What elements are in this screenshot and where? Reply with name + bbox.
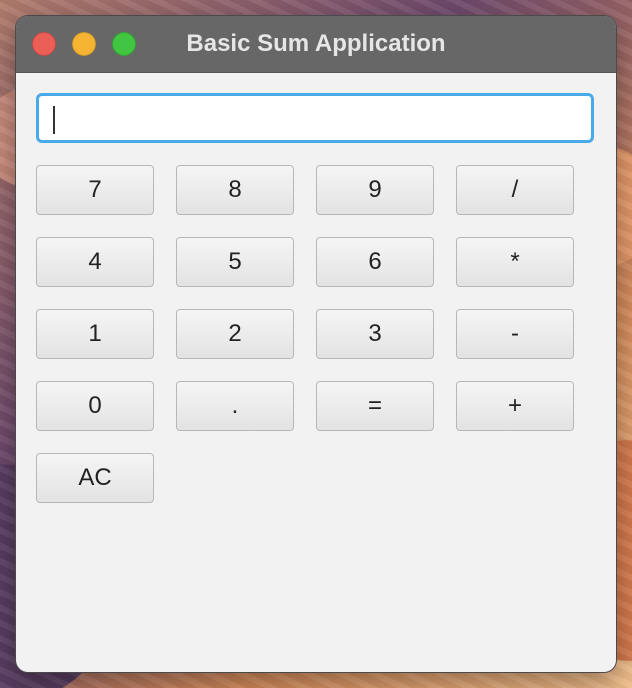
button-2[interactable]: 2 <box>176 309 294 359</box>
window-title: Basic Sum Application <box>186 30 446 57</box>
button-4[interactable]: 4 <box>36 237 154 287</box>
display-field-container <box>36 93 594 143</box>
button-9[interactable]: 9 <box>316 165 434 215</box>
decimal-point-button[interactable]: . <box>176 381 294 431</box>
button-5[interactable]: 5 <box>176 237 294 287</box>
divide-button[interactable]: / <box>456 165 574 215</box>
button-0[interactable]: 0 <box>36 381 154 431</box>
calculator-display-input[interactable] <box>39 96 591 140</box>
text-caret <box>53 106 55 134</box>
calculator-window: Basic Sum Application 7 8 9 / 4 5 6 * 1 … <box>16 16 616 672</box>
button-3[interactable]: 3 <box>316 309 434 359</box>
equals-button[interactable]: = <box>316 381 434 431</box>
button-7[interactable]: 7 <box>36 165 154 215</box>
button-8[interactable]: 8 <box>176 165 294 215</box>
subtract-button[interactable]: - <box>456 309 574 359</box>
button-6[interactable]: 6 <box>316 237 434 287</box>
button-1[interactable]: 1 <box>36 309 154 359</box>
calculator-body: 7 8 9 / 4 5 6 * 1 2 3 - 0 . = + AC <box>16 73 616 672</box>
window-titlebar: Basic Sum Application <box>16 16 616 73</box>
multiply-button[interactable]: * <box>456 237 574 287</box>
clear-button[interactable]: AC <box>36 453 154 503</box>
add-button[interactable]: + <box>456 381 574 431</box>
